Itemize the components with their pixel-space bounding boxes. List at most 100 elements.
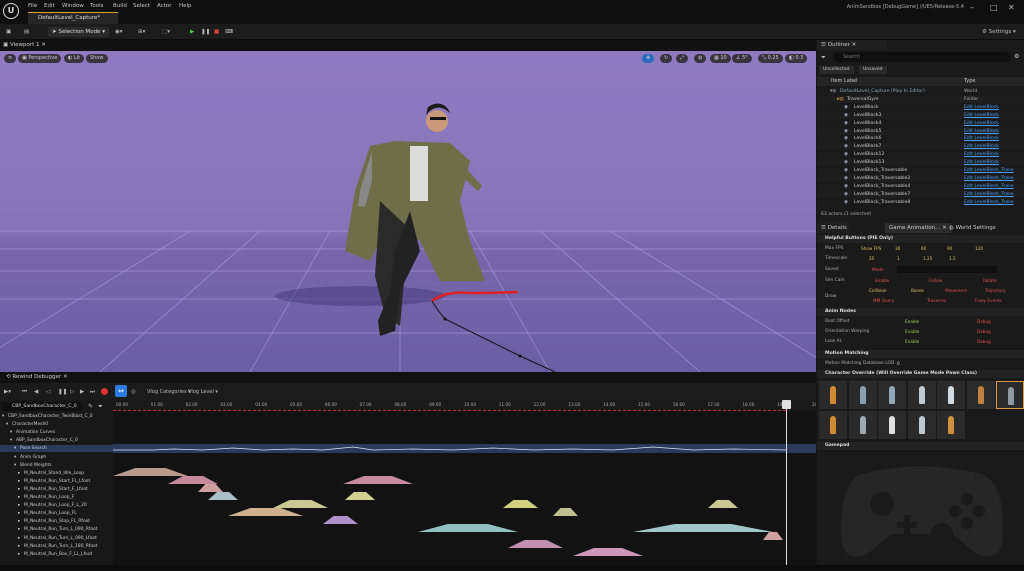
list-item[interactable]: ◉ LevelBlock_Traversable7 Edit LevelBlock_…: [817, 190, 1024, 198]
list-item-type[interactable]: Edit LevelBlock_Trave: [964, 175, 1014, 182]
expand-icon[interactable]: ▾: [14, 445, 16, 452]
character-tile[interactable]: [996, 381, 1024, 409]
pin-icon[interactable]: ⇔: [115, 385, 127, 397]
draw-foley-events[interactable]: Foley Events: [975, 298, 1002, 303]
expand-icon[interactable]: ▸: [18, 510, 20, 517]
rotation-snap-button[interactable]: ∠ 5°: [732, 54, 752, 63]
play-icon[interactable]: ▷: [70, 387, 74, 397]
list-item[interactable]: ◉ LevelBlock12 Edit LevelBlock: [817, 151, 1024, 158]
list-item-type[interactable]: Edit LevelBlock: [964, 120, 999, 127]
list-item[interactable]: ◉ LevelBlock5 Edit LevelBlock: [817, 127, 1024, 135]
character-tile[interactable]: [878, 381, 906, 409]
expand-icon[interactable]: ▾: [14, 462, 16, 469]
timescale-25-button[interactable]: 25: [869, 256, 874, 261]
gamepad-icon[interactable]: ⌨: [225, 27, 233, 37]
menu-file[interactable]: File: [28, 3, 37, 9]
draw-traversal[interactable]: Traversal: [927, 298, 946, 303]
tab-viewport[interactable]: ▣ Viewport 1 ✕: [0, 40, 816, 51]
section-gamepad[interactable]: Gamepad: [817, 442, 1024, 450]
expand-icon[interactable]: ▸: [18, 470, 20, 477]
list-item[interactable]: ▾◍ DefaultLevel_Capture (Play In Editor) W…: [817, 88, 1024, 95]
grid-snap-button[interactable]: ▦ 10: [710, 54, 731, 63]
track-row[interactable]: ▸ M_Neutral_Run_Loop_F_L_20: [0, 502, 113, 509]
draw-movement[interactable]: Movement: [945, 288, 967, 293]
draw-collision[interactable]: Collision: [869, 288, 887, 293]
record-icon[interactable]: [101, 388, 108, 395]
reverse-play-icon[interactable]: ◁: [46, 387, 50, 397]
track-row[interactable]: ▸ M_Neutral_Run_Loop_FL: [0, 510, 113, 517]
expand-icon[interactable]: ▸: [18, 494, 20, 501]
expand-icon[interactable]: ▾: [10, 429, 12, 436]
list-item-type[interactable]: Edit LevelBlock: [964, 112, 999, 119]
cinematics-icon[interactable]: ⬚▾: [162, 27, 170, 37]
draw-mm-query[interactable]: MM Query: [873, 298, 894, 303]
expand-icon[interactable]: ▸: [18, 551, 20, 558]
track-row[interactable]: ▸ M_Neutral_Run_Turn_L_090_Lfoot: [0, 535, 113, 542]
character-tile[interactable]: [907, 411, 936, 439]
track-row[interactable]: ▾ Anim Graph: [0, 454, 113, 461]
character-tile[interactable]: [937, 381, 965, 409]
list-item-type[interactable]: Edit LevelBlock_Trave: [964, 167, 1014, 174]
list-item[interactable]: ◉ LevelBlock_Traversable2 Edit LevelBlock_…: [817, 174, 1024, 182]
settings-button[interactable]: ⚙ Settings ▾: [982, 27, 1016, 37]
menu-edit[interactable]: Edit: [44, 3, 55, 9]
timescale-1-button[interactable]: 1: [897, 256, 900, 261]
track-filter-icon[interactable]: ⏷: [98, 403, 103, 411]
tab-world-settings[interactable]: ◍ World Settings: [945, 223, 1000, 233]
close-icon[interactable]: ✕: [1008, 3, 1015, 12]
draw-bones[interactable]: Bones: [911, 288, 924, 293]
add-icon[interactable]: ◉▾: [115, 27, 123, 37]
expand-icon[interactable]: ▸: [18, 535, 20, 542]
menu-build[interactable]: Build: [113, 3, 127, 9]
expand-icon[interactable]: ▾: [10, 437, 12, 444]
menu-help[interactable]: Help: [179, 3, 192, 9]
filter-icon[interactable]: ⏷: [821, 54, 826, 62]
character-tile[interactable]: [848, 411, 877, 439]
camera-icon[interactable]: ▶▾: [4, 387, 11, 397]
track-row[interactable]: ▾ Blend Weights: [0, 462, 113, 469]
jump-start-icon[interactable]: ⏮: [22, 387, 27, 397]
list-item[interactable]: ▸▤ TraversalGym Folder: [817, 95, 1024, 103]
camera-speed-button[interactable]: ◧ 0.3: [785, 54, 808, 63]
list-item-type[interactable]: Edit LevelBlock_Trave: [964, 191, 1014, 198]
list-item[interactable]: ◉ LevelBlock6 Edit LevelBlock: [817, 135, 1024, 142]
playhead[interactable]: [786, 400, 787, 571]
timescale-125-button[interactable]: 1.25: [923, 256, 932, 261]
pause-icon[interactable]: ❚❚: [58, 387, 67, 397]
filter-uncollected[interactable]: Uncollected: [819, 66, 854, 74]
list-item-type[interactable]: Edit LevelBlock_Trave: [964, 183, 1014, 190]
show-button[interactable]: Show: [86, 54, 108, 63]
expand-icon[interactable]: ▾: [2, 413, 4, 420]
mode-button[interactable]: Mode: [872, 267, 883, 272]
list-item[interactable]: ◉ LevelBlock_Traversable Edit LevelBlock_T…: [817, 167, 1024, 174]
step-forward-icon[interactable]: ▶: [80, 387, 84, 397]
expand-icon[interactable]: ▸: [18, 486, 20, 493]
character-tile[interactable]: [819, 381, 847, 409]
tab-outliner[interactable]: ☰ Outliner ✕: [817, 40, 887, 50]
col-item-label[interactable]: Item Label: [831, 77, 857, 86]
level-viewport[interactable]: ≡ ▣ Perspective ◐ Lit Show ✥ ↻ ⤢ ◍ ▦ 10 …: [0, 51, 816, 372]
character-tile[interactable]: [907, 381, 936, 409]
list-item-type[interactable]: Edit LevelBlock: [964, 135, 999, 142]
track-row[interactable]: ▸ M_Neutral_Run_Start_FL_Lfoot: [0, 478, 113, 485]
root-offset-debug[interactable]: Debug: [977, 319, 991, 324]
timeline[interactable]: 00.00 01.00 02.00 03.00 04.00 05.00 06.00 07.00…: [113, 400, 816, 571]
selection-mode-button[interactable]: ➤ Selection Mode ▾: [48, 27, 109, 37]
fps-30-button[interactable]: 30: [895, 246, 900, 251]
track-row[interactable]: ▸ M_Neutral_Run_Loop_F: [0, 494, 113, 501]
list-item-type[interactable]: Edit LevelBlock: [964, 128, 999, 135]
pause-icon[interactable]: ❚❚: [201, 27, 210, 37]
section-helpful-buttons[interactable]: Helpful Buttons (PIE Only): [817, 235, 1024, 243]
list-item[interactable]: ◉ LevelBlock7 Edit LevelBlock: [817, 143, 1024, 151]
content-icon[interactable]: ▤: [24, 27, 29, 37]
minimize-icon[interactable]: –: [970, 3, 974, 12]
look-at-enable[interactable]: Enable: [905, 339, 919, 344]
vlog-level-dropdown[interactable]: Vlog Level ▾: [188, 387, 218, 397]
perspective-button[interactable]: ▣ Perspective: [18, 54, 62, 63]
expand-icon[interactable]: ▸: [18, 518, 20, 525]
track-row[interactable]: ▾ CBP_SandboxCharacter_TwinBlast_C_0: [0, 413, 113, 420]
tab-rewind-debugger[interactable]: ⟲ Rewind Debugger ✕: [0, 372, 816, 383]
jump-end-icon[interactable]: ⏭: [90, 387, 95, 397]
blueprint-icon[interactable]: ⊞▾: [138, 27, 145, 37]
track-row[interactable]: ▸ M_Neutral_Run_Box_F_LL_Lfoot: [0, 551, 113, 558]
